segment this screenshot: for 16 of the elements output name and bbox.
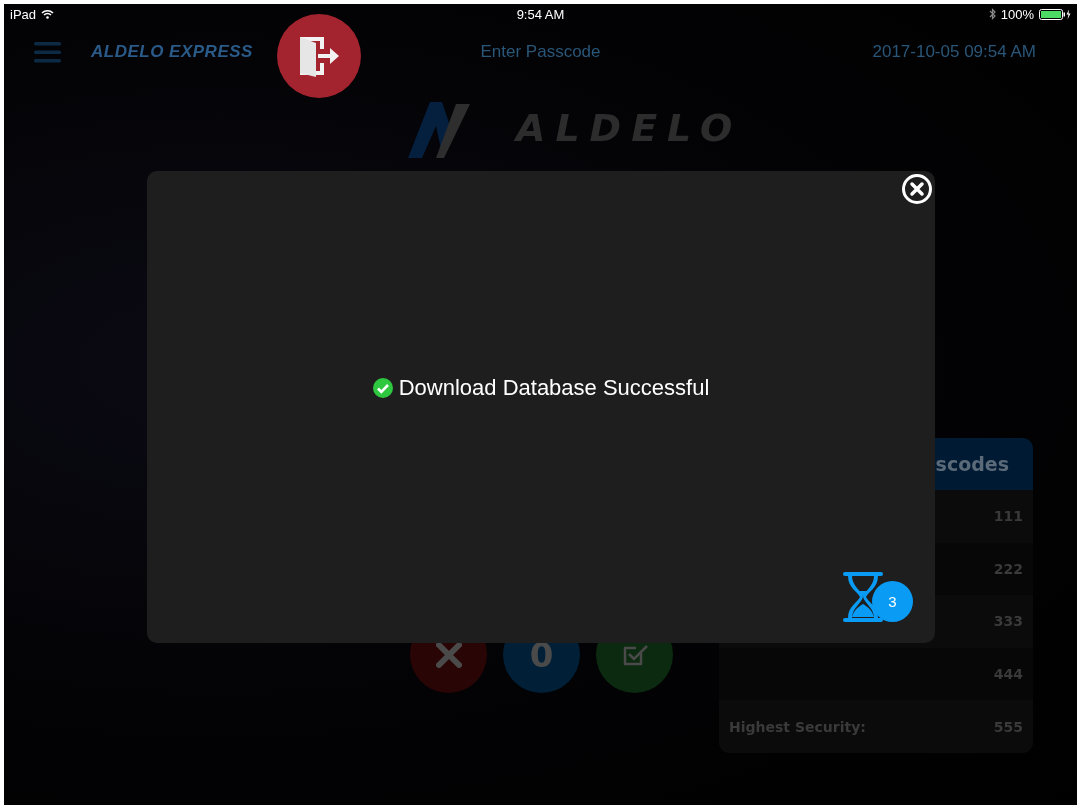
bluetooth-icon [988, 8, 996, 20]
device-name: iPad [10, 6, 37, 22]
menu-icon[interactable] [34, 41, 61, 63]
close-button[interactable] [901, 173, 933, 205]
screen-title: Enter Passcode [480, 42, 601, 61]
x-icon [435, 641, 462, 668]
wifi-icon [41, 9, 55, 19]
battery-percent: 100% [1000, 6, 1034, 22]
brand-name: ALDELO EXPRESS [91, 42, 253, 62]
battery-charging-icon [1039, 8, 1071, 20]
check-circle-icon [372, 378, 393, 398]
success-message: Download Database Successful [398, 375, 710, 401]
header-datetime: 2017-10-05 09:54 AM [872, 42, 1036, 62]
panel-title: scodes [935, 453, 1009, 475]
clock-time: 9:54 AM [516, 6, 565, 22]
hourglass-icon [840, 571, 886, 623]
